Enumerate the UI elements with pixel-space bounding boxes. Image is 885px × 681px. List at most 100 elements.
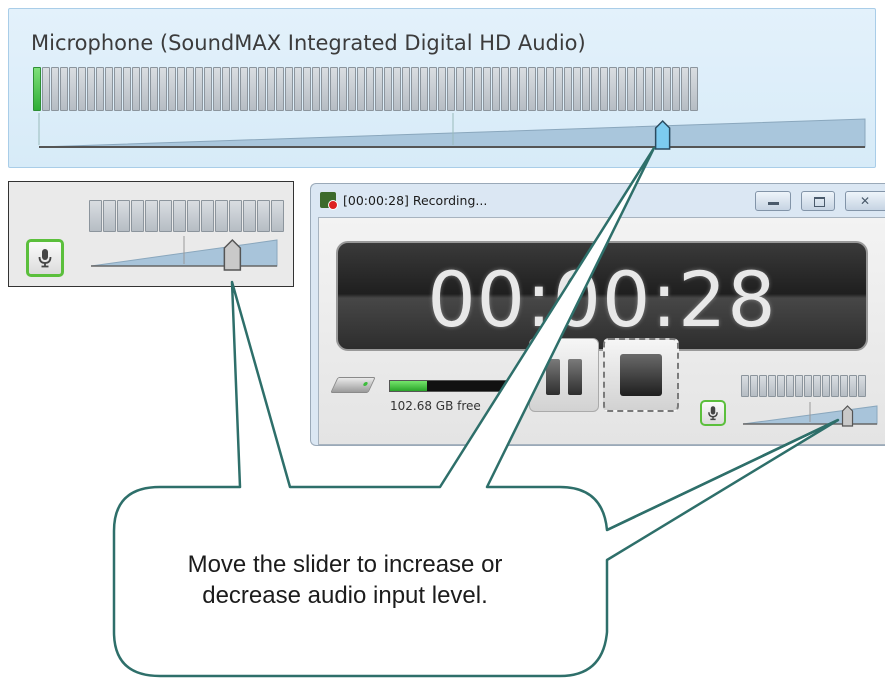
meter-segment	[204, 67, 212, 111]
close-button[interactable]: ✕	[845, 191, 885, 211]
meter-segment	[243, 200, 256, 232]
recording-window: [00:00:28] Recording... ✕ 00:00:28 102.6…	[310, 183, 885, 446]
meter-segment	[187, 200, 200, 232]
meter-segment	[654, 67, 662, 111]
slider-thumb[interactable]	[223, 238, 242, 271]
meter-segment	[177, 67, 185, 111]
meter-segment	[105, 67, 113, 111]
elapsed-time-display: 00:00:28	[336, 241, 868, 351]
meter-segment	[42, 67, 50, 111]
meter-segment	[229, 200, 242, 232]
meter-segment	[89, 200, 102, 232]
meter-segment	[840, 375, 848, 397]
meter-segment	[690, 67, 698, 111]
slider-thumb[interactable]	[654, 119, 671, 150]
meter-segment	[759, 375, 767, 397]
meter-segment	[114, 67, 122, 111]
microphone-toggle-button[interactable]	[700, 400, 726, 426]
compact-mic-panel	[8, 181, 294, 287]
meter-segment	[96, 67, 104, 111]
meter-segment	[375, 67, 383, 111]
disk-space-bar	[389, 380, 524, 392]
maximize-icon	[814, 197, 825, 207]
meter-segment	[123, 67, 131, 111]
meter-segment	[474, 67, 482, 111]
microphone-device-title: Microphone (SoundMAX Integrated Digital …	[31, 31, 586, 55]
meter-segment	[627, 67, 635, 111]
slider-ramp	[38, 118, 866, 148]
meter-segment	[672, 67, 680, 111]
callout-text-line-1: Move the slider to increase or	[187, 551, 503, 578]
recording-controls-area: 00:00:28 102.68 GB free	[318, 217, 885, 445]
meter-segment	[303, 67, 311, 111]
hard-drive-icon	[330, 377, 376, 393]
meter-segment	[103, 200, 116, 232]
meter-segment	[786, 375, 794, 397]
stop-icon	[620, 354, 662, 396]
elapsed-time-text: 00:00:28	[427, 255, 777, 344]
meter-segment	[483, 67, 491, 111]
meter-segment	[555, 67, 563, 111]
meter-segment	[447, 67, 455, 111]
minimize-button[interactable]	[755, 191, 791, 211]
meter-segment	[429, 67, 437, 111]
meter-segment	[249, 67, 257, 111]
microphone-icon	[708, 406, 718, 421]
microphone-level-panel: Microphone (SoundMAX Integrated Digital …	[8, 8, 876, 168]
meter-segment	[600, 67, 608, 111]
microphone-toggle-button[interactable]	[26, 239, 64, 277]
meter-segment	[438, 67, 446, 111]
meter-segment	[348, 67, 356, 111]
meter-segment	[411, 67, 419, 111]
microphone-icon	[38, 249, 52, 268]
meter-segment	[804, 375, 812, 397]
meter-segment	[384, 67, 392, 111]
meter-segment	[609, 67, 617, 111]
microphone-level-meter	[33, 67, 698, 111]
meter-segment	[173, 200, 186, 232]
disk-space-fill	[390, 381, 428, 391]
meter-segment	[393, 67, 401, 111]
meter-segment	[795, 375, 803, 397]
meter-segment	[150, 67, 158, 111]
meter-segment	[636, 67, 644, 111]
recording-level-meter	[741, 375, 866, 397]
meter-segment	[465, 67, 473, 111]
meter-segment	[285, 67, 293, 111]
microphone-volume-slider[interactable]	[37, 113, 867, 153]
meter-segment	[312, 67, 320, 111]
disk-free-label: 102.68 GB free	[390, 399, 481, 413]
window-title-bar[interactable]: [00:00:28] Recording... ✕	[311, 184, 885, 216]
close-icon: ✕	[860, 194, 871, 208]
maximize-button[interactable]	[801, 191, 835, 211]
meter-segment	[267, 67, 275, 111]
minimize-icon	[768, 202, 779, 205]
meter-segment	[663, 67, 671, 111]
meter-segment	[141, 67, 149, 111]
slider-thumb[interactable]	[841, 405, 854, 427]
meter-segment	[159, 200, 172, 232]
meter-segment	[645, 67, 653, 111]
callout-text-line-2: decrease audio input level.	[202, 582, 488, 609]
meter-segment	[822, 375, 830, 397]
meter-segment	[33, 67, 41, 111]
meter-segment	[271, 200, 284, 232]
meter-segment	[186, 67, 194, 111]
meter-segment	[294, 67, 302, 111]
meter-segment	[546, 67, 554, 111]
meter-segment	[564, 67, 572, 111]
meter-segment	[573, 67, 581, 111]
meter-segment	[276, 67, 284, 111]
meter-segment	[768, 375, 776, 397]
meter-segment	[321, 67, 329, 111]
recording-volume-slider[interactable]	[741, 402, 879, 430]
meter-segment	[78, 67, 86, 111]
stop-button[interactable]	[603, 338, 679, 412]
pause-button[interactable]	[529, 338, 599, 412]
meter-segment	[402, 67, 410, 111]
recording-app-icon	[320, 192, 338, 210]
meter-segment	[159, 67, 167, 111]
compact-volume-slider[interactable]	[89, 236, 279, 276]
meter-segment	[257, 200, 270, 232]
meter-segment	[222, 67, 230, 111]
